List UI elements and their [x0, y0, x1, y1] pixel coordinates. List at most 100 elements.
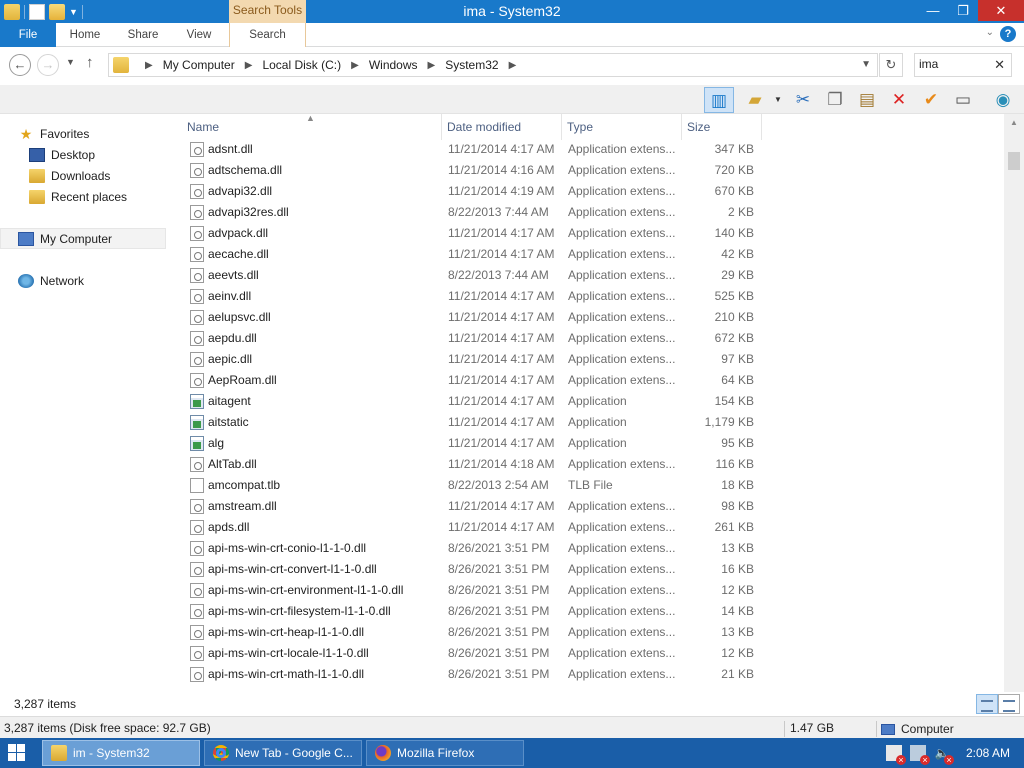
nav-favorites[interactable]: ★ Favorites — [18, 123, 184, 144]
file-date-modified: 8/22/2013 7:44 AM — [448, 268, 549, 282]
chevron-right-icon[interactable]: ▶ — [145, 60, 153, 71]
preview-pane-button[interactable]: ▥ — [704, 87, 734, 113]
file-name: aecache.dll — [208, 247, 269, 261]
column-header-date-modified[interactable]: Date modified — [442, 114, 562, 140]
clear-search-icon[interactable]: ✕ — [994, 57, 1005, 73]
start-button[interactable] — [8, 744, 26, 762]
nav-downloads[interactable]: Downloads — [29, 165, 195, 186]
table-row[interactable]: api-ms-win-crt-conio-l1-1-0.dll 8/26/2021… — [182, 538, 1004, 559]
table-row[interactable]: adsnt.dll 11/21/2014 4:17 AM Application e… — [182, 139, 1004, 160]
expand-ribbon-icon[interactable]: ⌄ — [986, 27, 994, 38]
table-row[interactable]: api-ms-win-crt-math-l1-1-0.dll 8/26/2021 … — [182, 664, 1004, 685]
crumb-my-computer[interactable]: My Computer — [163, 58, 235, 72]
volume-muted-icon[interactable]: 🔈 — [934, 745, 954, 765]
chevron-down-icon[interactable]: ▼ — [772, 87, 784, 113]
tab-view[interactable]: View — [172, 23, 226, 47]
nav-network[interactable]: Network — [18, 270, 184, 291]
table-row[interactable]: advapi32res.dll 8/22/2013 7:44 AM Applicat… — [182, 202, 1004, 223]
table-row[interactable]: aepdu.dll 11/21/2014 4:17 AM Application e… — [182, 328, 1004, 349]
tab-file[interactable]: File — [0, 23, 56, 47]
vertical-scrollbar[interactable]: ▲ — [1004, 114, 1024, 692]
forward-button[interactable]: → — [37, 54, 59, 76]
search-input[interactable] — [919, 57, 991, 71]
back-button[interactable]: ← — [9, 54, 31, 76]
crumb-windows[interactable]: Windows — [369, 58, 418, 72]
table-row[interactable]: api-ms-win-crt-locale-l1-1-0.dll 8/26/202… — [182, 643, 1004, 664]
table-row[interactable]: AltTab.dll 11/21/2014 4:18 AM Application … — [182, 454, 1004, 475]
table-row[interactable]: alg 11/21/2014 4:17 AM Application 95 KB — [182, 433, 1004, 454]
file-size: 670 KB — [714, 184, 754, 198]
move-to-button[interactable]: ▰ — [742, 87, 768, 113]
refresh-button[interactable]: ↻ — [879, 53, 903, 77]
crumb-local-disk[interactable]: Local Disk (C:) — [262, 58, 341, 72]
table-row[interactable]: aepic.dll 11/21/2014 4:17 AM Application e… — [182, 349, 1004, 370]
chevron-right-icon[interactable]: ▶ — [245, 60, 253, 71]
minimize-button[interactable]: — — [918, 0, 948, 21]
up-button[interactable]: ↑ — [86, 54, 94, 71]
location-label: Computer — [901, 722, 954, 736]
table-row[interactable]: aeevts.dll 8/22/2013 7:44 AM Application e… — [182, 265, 1004, 286]
scroll-up-icon[interactable]: ▲ — [1010, 118, 1018, 127]
table-row[interactable]: AepRoam.dll 11/21/2014 4:17 AM Application… — [182, 370, 1004, 391]
location-indicator: Computer — [876, 721, 954, 737]
table-row[interactable]: amcompat.tlb 8/22/2013 2:54 AM TLB File 18 … — [182, 475, 1004, 496]
computer-icon — [881, 723, 895, 735]
table-row[interactable]: apds.dll 11/21/2014 4:17 AM Application ex… — [182, 517, 1004, 538]
taskbar-explorer[interactable]: im - System32 — [42, 740, 200, 766]
disk-free-space: 3,287 items (Disk free space: 92.7 GB) — [4, 721, 211, 735]
help-icon[interactable]: ? — [1000, 26, 1016, 42]
table-row[interactable]: aeinv.dll 11/21/2014 4:17 AM Application e… — [182, 286, 1004, 307]
table-row[interactable]: amstream.dll 11/21/2014 4:17 AM Applicatio… — [182, 496, 1004, 517]
column-header-size[interactable]: Size — [682, 114, 762, 140]
column-header-name[interactable]: Name — [182, 114, 442, 140]
table-row[interactable]: aitstatic 11/21/2014 4:17 AM Application 1,… — [182, 412, 1004, 433]
rename-icon[interactable]: ▭ — [950, 87, 976, 113]
column-header-type[interactable]: Type — [562, 114, 682, 140]
cut-icon[interactable]: ✂ — [790, 87, 816, 113]
search-box[interactable]: ✕ — [914, 53, 1012, 77]
delete-icon[interactable]: ✕ — [886, 87, 912, 113]
tab-home[interactable]: Home — [56, 23, 114, 47]
table-row[interactable]: api-ms-win-crt-heap-l1-1-0.dll 8/26/2021 … — [182, 622, 1004, 643]
table-row[interactable]: api-ms-win-crt-filesystem-l1-1-0.dll 8/26… — [182, 601, 1004, 622]
chevron-right-icon[interactable]: ▶ — [428, 60, 436, 71]
paste-icon[interactable]: ▤ — [854, 87, 880, 113]
chevron-right-icon[interactable]: ▶ — [351, 60, 359, 71]
table-row[interactable]: api-ms-win-crt-convert-l1-1-0.dll 8/26/20… — [182, 559, 1004, 580]
tab-share[interactable]: Share — [114, 23, 172, 47]
network-status-icon[interactable] — [909, 745, 930, 765]
table-row[interactable]: advpack.dll 11/21/2014 4:17 AM Application… — [182, 223, 1004, 244]
nav-recent-places[interactable]: Recent places — [29, 186, 195, 207]
table-row[interactable]: aelupsvc.dll 11/21/2014 4:17 AM Applicatio… — [182, 307, 1004, 328]
table-row[interactable]: aecache.dll 11/21/2014 4:17 AM Application… — [182, 244, 1004, 265]
large-icons-view-button[interactable] — [998, 694, 1020, 714]
recent-locations-dropdown-icon[interactable]: ▼ — [66, 57, 75, 67]
maximize-button[interactable]: ❐ — [948, 0, 978, 21]
nav-my-computer[interactable]: My Computer — [0, 228, 166, 249]
scrollbar-thumb[interactable] — [1008, 152, 1020, 170]
chevron-right-icon[interactable]: ▶ — [509, 60, 517, 71]
taskbar-chrome[interactable]: New Tab - Google C... — [204, 740, 362, 766]
file-size: 12 KB — [721, 583, 754, 597]
table-row[interactable]: adtschema.dll 11/21/2014 4:16 AM Applicati… — [182, 160, 1004, 181]
action-center-flag-icon[interactable] — [885, 745, 906, 765]
copy-icon[interactable]: ❐ — [822, 87, 848, 113]
taskbar-firefox[interactable]: Mozilla Firefox — [366, 740, 524, 766]
checkmark-icon[interactable]: ✔ — [918, 87, 944, 113]
crumb-system32[interactable]: System32 — [445, 58, 498, 72]
clock[interactable]: 2:08 AM — [958, 746, 1024, 760]
dll-file-icon — [190, 583, 204, 598]
file-size: 672 KB — [714, 331, 754, 345]
file-size: 97 KB — [721, 352, 754, 366]
table-row[interactable]: advapi32.dll 11/21/2014 4:19 AM Applicatio… — [182, 181, 1004, 202]
address-bar[interactable]: ▶ My Computer ▶ Local Disk (C:) ▶ Window… — [108, 53, 878, 77]
tab-search[interactable]: Search — [229, 23, 306, 47]
nav-desktop[interactable]: Desktop — [29, 144, 195, 165]
file-size: 64 KB — [721, 373, 754, 387]
table-row[interactable]: aitagent 11/21/2014 4:17 AM Application 154… — [182, 391, 1004, 412]
close-button[interactable]: ✕ — [978, 0, 1024, 21]
chevron-down-icon[interactable]: ▼ — [861, 59, 871, 70]
details-view-button[interactable] — [976, 694, 998, 714]
globe-icon[interactable]: ◉ — [990, 87, 1016, 113]
table-row[interactable]: api-ms-win-crt-environment-l1-1-0.dll 8/2… — [182, 580, 1004, 601]
